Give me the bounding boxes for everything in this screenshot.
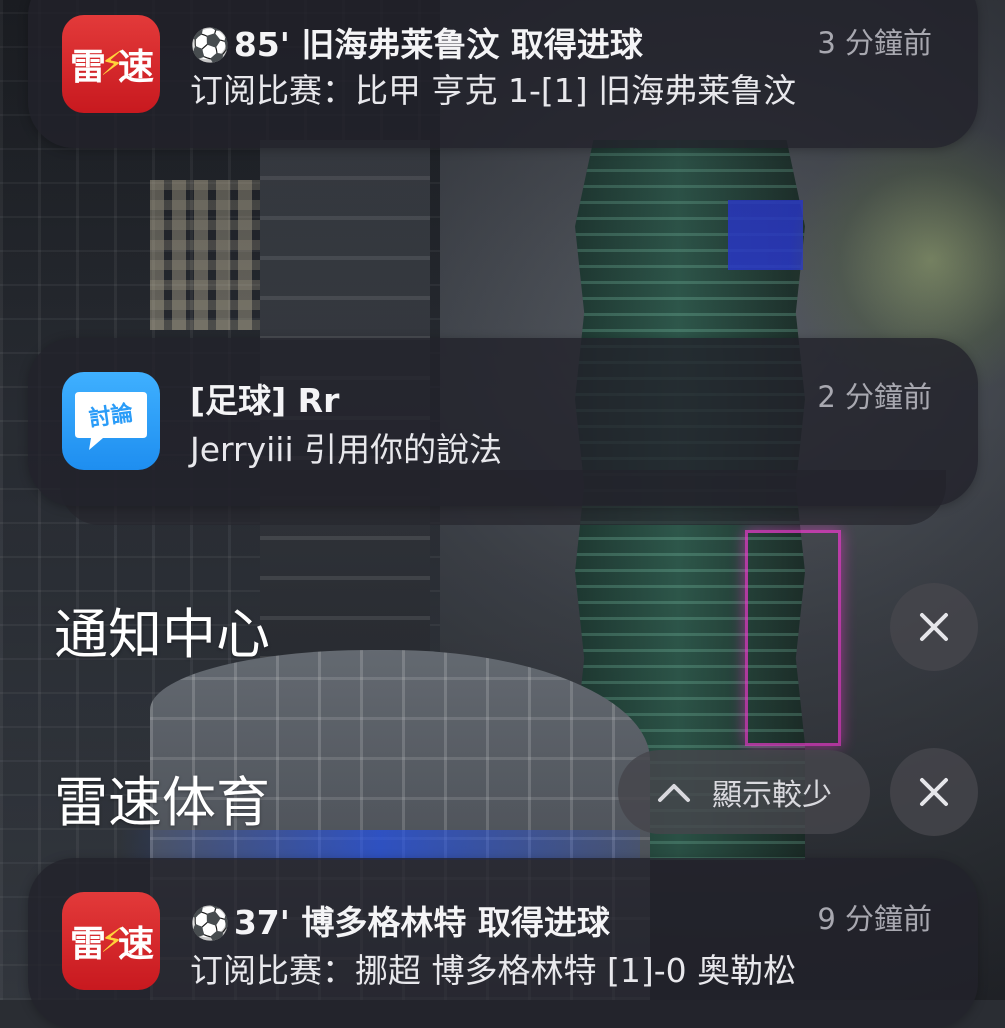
close-icon bbox=[920, 613, 948, 641]
clear-notification-center-button[interactable] bbox=[890, 583, 978, 671]
show-less-label: 顯示較少 bbox=[712, 778, 832, 813]
notification-card-goal-bodo[interactable]: 雷 ⚡ 速 ⚽ 37' 博多格林特 取得进球 订阅比赛：挪超 博多格林特 [1]-0 … bbox=[28, 858, 978, 1028]
notification-body: Jerryiii 引用你的說法 bbox=[190, 430, 503, 469]
notification-body: 订阅比赛：挪超 博多格林特 [1]-0 奥勒松 bbox=[190, 951, 797, 990]
notification-title-text: 85' 旧海弗莱鲁汶 取得进球 bbox=[233, 25, 643, 64]
notification-timestamp: 2 分鐘前 bbox=[817, 380, 932, 414]
leisu-sports-app-icon: 雷 ⚡ 速 bbox=[62, 892, 160, 990]
icon-char-left: 雷 bbox=[70, 924, 106, 965]
icon-char-left: 雷 bbox=[70, 47, 106, 88]
notification-timestamp: 3 分鐘前 bbox=[817, 26, 932, 60]
notification-body: 订阅比赛：比甲 亨克 1-[1] 旧海弗莱鲁汶 bbox=[190, 71, 797, 110]
show-less-button[interactable]: 顯示較少 bbox=[618, 750, 870, 834]
chevron-up-icon bbox=[658, 784, 690, 802]
notification-title: [足球] Rr bbox=[190, 381, 340, 420]
notification-title-text: 37' 博多格林特 取得进球 bbox=[233, 903, 610, 942]
notification-card-forum-reply[interactable]: 討論 [足球] Rr Jerryiii 引用你的說法 2 分鐘前 bbox=[28, 338, 978, 506]
chat-bubble-icon: 討論 bbox=[75, 392, 147, 450]
soccer-ball-icon: ⚽ bbox=[190, 26, 230, 64]
notification-title: ⚽ 85' 旧海弗莱鲁汶 取得进球 bbox=[190, 18, 643, 66]
close-icon bbox=[920, 778, 948, 806]
leisu-sports-app-icon: 雷 ⚡ 速 bbox=[62, 15, 160, 113]
notification-card-goal-leuven[interactable]: 雷 ⚡ 速 ⚽ 85' 旧海弗莱鲁汶 取得进球 订阅比赛：比甲 亨克 1-[1] 旧海… bbox=[28, 0, 978, 148]
app-group-title: 雷速体育 bbox=[54, 771, 270, 834]
soccer-ball-icon: ⚽ bbox=[190, 904, 230, 942]
notification-timestamp: 9 分鐘前 bbox=[817, 902, 932, 936]
icon-char-right: 速 bbox=[117, 47, 154, 88]
clear-app-group-button[interactable] bbox=[890, 748, 978, 836]
forum-chat-app-icon: 討論 bbox=[62, 372, 160, 470]
notification-title: ⚽ 37' 博多格林特 取得进球 bbox=[190, 896, 610, 944]
icon-char-right: 速 bbox=[117, 924, 154, 965]
notification-center-title: 通知中心 bbox=[54, 603, 270, 666]
